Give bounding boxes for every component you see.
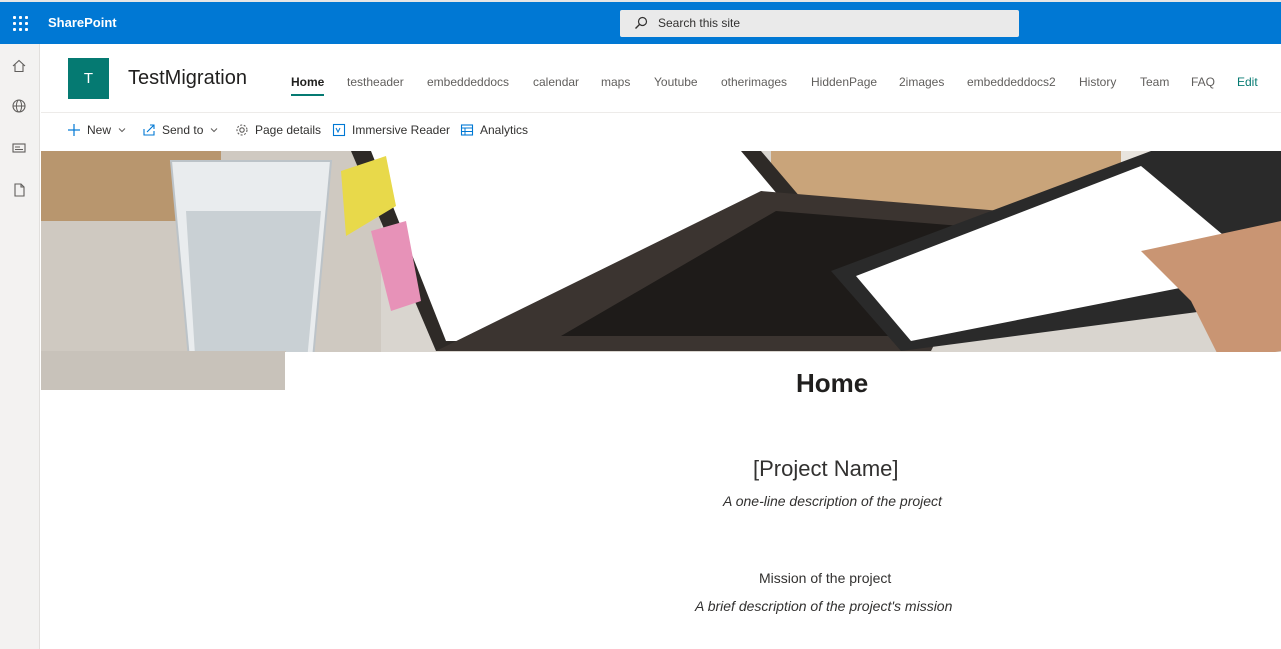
nav-item-testheader[interactable]: testheader bbox=[347, 75, 404, 89]
immersive-reader-icon bbox=[332, 123, 346, 137]
site-logo[interactable]: T bbox=[68, 58, 109, 99]
analytics-button[interactable]: Analytics bbox=[460, 123, 528, 137]
gear-icon bbox=[236, 124, 248, 136]
mission-description: A brief description of the project's mis… bbox=[695, 598, 953, 614]
chevron-down-icon bbox=[118, 128, 126, 133]
project-description: A one-line description of the project bbox=[723, 493, 942, 509]
search-icon bbox=[635, 16, 648, 29]
share-icon bbox=[143, 124, 155, 136]
nav-item-embeddeddocs[interactable]: embeddeddocs bbox=[427, 75, 509, 89]
page-details-button[interactable]: Page details bbox=[235, 123, 321, 137]
project-name-heading: [Project Name] bbox=[753, 456, 899, 481]
home-icon[interactable] bbox=[11, 58, 27, 74]
command-bar: New Send to Page details Immersive Reade… bbox=[41, 118, 1281, 144]
nav-item-home[interactable]: Home bbox=[291, 75, 324, 89]
chevron-down-icon bbox=[211, 128, 218, 133]
page-details-label: Page details bbox=[255, 123, 322, 137]
active-nav-indicator bbox=[291, 94, 324, 96]
analytics-icon bbox=[460, 124, 474, 136]
nav-item-2images[interactable]: 2images bbox=[899, 75, 944, 89]
nav-item-hiddenpage[interactable]: HiddenPage bbox=[811, 75, 877, 89]
news-icon[interactable] bbox=[11, 140, 27, 156]
header-divider bbox=[41, 112, 1281, 113]
nav-item-calendar[interactable]: calendar bbox=[533, 75, 579, 89]
nav-item-history[interactable]: History bbox=[1079, 75, 1116, 89]
suite-bar: SharePoint Search this site bbox=[0, 0, 1281, 44]
sharepoint-brand-link[interactable]: SharePoint bbox=[48, 15, 117, 30]
search-input[interactable]: Search this site bbox=[658, 16, 740, 30]
globe-icon[interactable] bbox=[11, 98, 27, 114]
page-icon[interactable] bbox=[11, 182, 27, 198]
nav-edit-link[interactable]: Edit bbox=[1237, 75, 1258, 89]
immersive-reader-label: Immersive Reader bbox=[352, 123, 451, 137]
page-title: Home bbox=[796, 368, 869, 398]
app-launcher-button[interactable] bbox=[0, 2, 40, 44]
send-to-button[interactable]: Send to bbox=[142, 123, 225, 137]
nav-item-faq[interactable]: FAQ bbox=[1191, 75, 1215, 89]
nav-item-otherimages[interactable]: otherimages bbox=[721, 75, 787, 89]
immersive-reader-button[interactable]: Immersive Reader bbox=[332, 123, 450, 137]
nav-item-maps[interactable]: maps bbox=[601, 75, 630, 89]
waffle-icon bbox=[12, 15, 28, 31]
plus-icon bbox=[68, 124, 80, 136]
nav-item-youtube[interactable]: Youtube bbox=[654, 75, 698, 89]
send-to-label: Send to bbox=[162, 123, 204, 137]
search-box[interactable]: Search this site bbox=[620, 10, 1019, 37]
left-rail bbox=[0, 44, 40, 649]
site-title[interactable]: TestMigration bbox=[128, 67, 247, 90]
mission-heading: Mission of the project bbox=[759, 570, 892, 586]
analytics-label: Analytics bbox=[480, 123, 529, 137]
new-label: New bbox=[87, 123, 112, 137]
nav-item-team[interactable]: Team bbox=[1140, 75, 1169, 89]
nav-item-embeddeddocs2[interactable]: embeddeddocs2 bbox=[967, 75, 1056, 89]
new-button[interactable]: New bbox=[67, 123, 133, 137]
